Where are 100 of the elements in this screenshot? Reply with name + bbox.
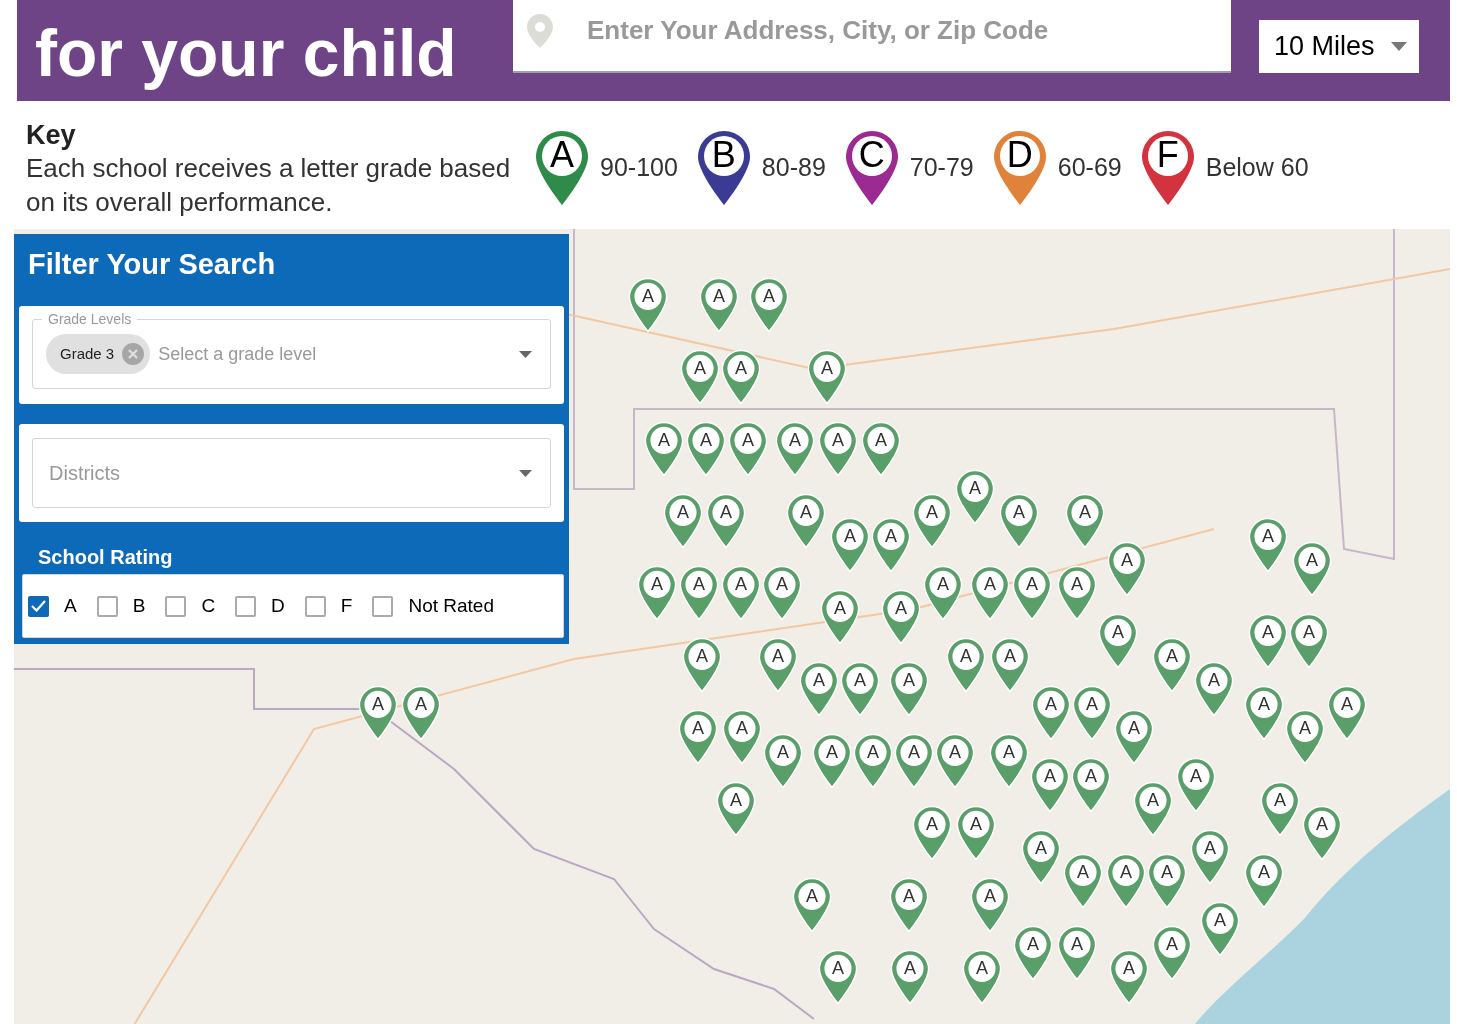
school-pin[interactable]: A — [786, 493, 826, 549]
school-pin[interactable]: A — [1302, 805, 1342, 861]
school-pin[interactable]: A — [853, 733, 893, 789]
school-pin[interactable]: A — [1285, 709, 1325, 765]
school-pin[interactable]: A — [1012, 565, 1052, 621]
school-pin[interactable]: A — [679, 565, 719, 621]
school-pin[interactable]: A — [1030, 757, 1070, 813]
school-pin[interactable]: A — [812, 733, 852, 789]
school-pin[interactable]: A — [1021, 829, 1061, 885]
school-pin[interactable]: A — [1176, 757, 1216, 813]
school-pin[interactable]: A — [401, 685, 441, 741]
key-description: Each school receives a letter grade based on its overall performance. — [26, 152, 512, 219]
school-pin[interactable]: A — [721, 349, 761, 405]
school-pin[interactable]: A — [1292, 541, 1332, 597]
rating-checkbox[interactable] — [372, 595, 394, 617]
school-pin[interactable]: A — [682, 637, 722, 693]
school-pin[interactable]: A — [871, 517, 911, 573]
school-pin[interactable]: A — [699, 277, 739, 333]
school-pin[interactable]: A — [1200, 901, 1240, 957]
school-pin[interactable]: A — [989, 733, 1029, 789]
school-pin[interactable]: A — [1057, 925, 1097, 981]
school-pin[interactable]: A — [946, 637, 986, 693]
rating-checkbox[interactable] — [28, 595, 49, 617]
school-pin[interactable]: A — [818, 949, 858, 1005]
school-pin[interactable]: A — [890, 949, 930, 1005]
school-pin[interactable]: A — [1244, 853, 1284, 909]
school-pin[interactable]: A — [721, 565, 761, 621]
school-pin[interactable]: A — [1107, 541, 1147, 597]
school-pin[interactable]: A — [889, 877, 929, 933]
school-pin[interactable]: A — [1031, 685, 1071, 741]
school-pin[interactable]: A — [830, 517, 870, 573]
school-pin[interactable]: A — [1065, 493, 1105, 549]
school-pin[interactable]: A — [889, 661, 929, 717]
school-pin[interactable]: A — [912, 805, 952, 861]
school-pin[interactable]: A — [1114, 709, 1154, 765]
school-pin[interactable]: A — [1244, 685, 1284, 741]
school-pin[interactable]: A — [644, 421, 684, 477]
school-pin[interactable]: A — [637, 565, 677, 621]
school-pin[interactable]: A — [1109, 949, 1149, 1005]
school-pin[interactable]: A — [820, 589, 860, 645]
school-pin[interactable]: A — [861, 421, 901, 477]
school-pin[interactable]: A — [1190, 829, 1230, 885]
school-pin[interactable]: A — [1063, 853, 1103, 909]
school-pin[interactable]: A — [1260, 781, 1300, 837]
school-pin[interactable]: A — [722, 709, 762, 765]
school-pin[interactable]: A — [956, 805, 996, 861]
school-pin[interactable]: A — [912, 493, 952, 549]
school-pin[interactable]: A — [935, 733, 975, 789]
school-pin[interactable]: A — [999, 493, 1039, 549]
school-pin[interactable]: A — [628, 277, 668, 333]
school-pin[interactable]: A — [678, 709, 718, 765]
school-pin[interactable]: A — [775, 421, 815, 477]
rating-checkbox[interactable] — [96, 595, 118, 617]
school-pin[interactable]: A — [716, 781, 756, 837]
rating-checkbox[interactable] — [304, 595, 326, 617]
rating-checkbox[interactable] — [165, 595, 187, 617]
rating-checkbox[interactable] — [235, 595, 257, 617]
school-pin[interactable]: A — [970, 565, 1010, 621]
school-pin[interactable]: A — [1072, 685, 1112, 741]
address-search-field[interactable]: Enter Your Address, City, or Zip Code — [513, 0, 1231, 73]
school-pin[interactable]: A — [1289, 613, 1329, 669]
school-pin[interactable]: A — [663, 493, 703, 549]
school-pin[interactable]: A — [1106, 853, 1146, 909]
school-pin[interactable]: A — [990, 637, 1030, 693]
school-pin[interactable]: A — [1248, 613, 1288, 669]
grade-pin-icon: B — [695, 129, 752, 207]
school-pin[interactable]: A — [763, 733, 803, 789]
school-pin[interactable]: A — [762, 565, 802, 621]
school-pin[interactable]: A — [1098, 613, 1138, 669]
school-pin[interactable]: A — [749, 277, 789, 333]
school-pin[interactable]: A — [1327, 685, 1367, 741]
remove-icon[interactable] — [122, 343, 145, 365]
school-pin[interactable]: A — [1133, 781, 1173, 837]
school-pin[interactable]: A — [818, 421, 858, 477]
school-pin[interactable]: A — [1013, 925, 1053, 981]
school-pin[interactable]: A — [881, 589, 921, 645]
school-pin[interactable]: A — [923, 565, 963, 621]
school-pin[interactable]: A — [1147, 853, 1187, 909]
school-pin[interactable]: A — [840, 661, 880, 717]
school-pin[interactable]: A — [807, 349, 847, 405]
radius-dropdown[interactable]: 10 Miles — [1259, 20, 1419, 73]
school-pin[interactable]: A — [1152, 925, 1192, 981]
school-pin[interactable]: A — [706, 493, 746, 549]
school-pin[interactable]: A — [1057, 565, 1097, 621]
school-pin[interactable]: A — [680, 349, 720, 405]
school-pin[interactable]: A — [792, 877, 832, 933]
school-pin[interactable]: A — [1194, 661, 1234, 717]
school-pin[interactable]: A — [728, 421, 768, 477]
address-input[interactable]: Enter Your Address, City, or Zip Code — [587, 11, 1187, 50]
school-pin[interactable]: A — [758, 637, 798, 693]
school-pin[interactable]: A — [1152, 637, 1192, 693]
school-pin[interactable]: A — [1248, 517, 1288, 573]
school-pin[interactable]: A — [970, 877, 1010, 933]
school-pin[interactable]: A — [799, 661, 839, 717]
school-pin[interactable]: A — [962, 949, 1002, 1005]
school-pin[interactable]: A — [955, 469, 995, 525]
school-pin[interactable]: A — [358, 685, 398, 741]
school-pin[interactable]: A — [894, 733, 934, 789]
school-pin[interactable]: A — [1071, 757, 1111, 813]
school-pin[interactable]: A — [686, 421, 726, 477]
